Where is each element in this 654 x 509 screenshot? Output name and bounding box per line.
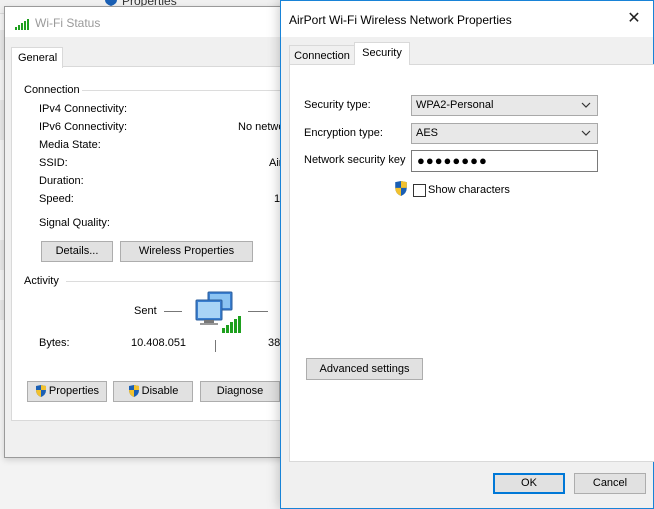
activity-divider [215, 340, 216, 352]
connection-separator [82, 90, 282, 91]
ok-button[interactable]: OK [493, 473, 565, 494]
uac-shield-icon [128, 385, 139, 397]
wifi-status-title: Wi-Fi Status [35, 16, 101, 30]
security-type-value: WPA2-Personal [416, 99, 494, 111]
sent-line [164, 311, 182, 312]
wifi-signal-icon [15, 19, 29, 30]
details-button[interactable]: Details... [41, 241, 113, 262]
chevron-down-icon [581, 130, 591, 136]
wireless-properties-dialog: AirPort Wi-Fi Wireless Network Propertie… [280, 0, 654, 509]
wireless-properties-button[interactable]: Wireless Properties [120, 241, 253, 262]
encryption-type-select[interactable]: AES [411, 123, 598, 144]
cancel-button[interactable]: Cancel [574, 473, 646, 494]
security-type-select[interactable]: WPA2-Personal [411, 95, 598, 116]
bytes-sent-value: 10.408.051 [131, 337, 187, 349]
disable-button-label: Disable [141, 385, 179, 397]
activity-heading: Activity [24, 275, 59, 287]
activity-separator [66, 281, 282, 282]
tab-general[interactable]: General [11, 47, 63, 68]
ipv4-label: IPv4 Connectivity: [39, 103, 128, 115]
show-characters-checkbox[interactable] [413, 184, 426, 197]
disable-button[interactable]: Disable [113, 381, 193, 402]
bytes-received-value: 38 [268, 337, 281, 349]
diagnose-button[interactable]: Diagnose [200, 381, 280, 402]
dialog-title: AirPort Wi-Fi Wireless Network Propertie… [289, 13, 512, 27]
network-key-input[interactable]: ●●●●●●●● [411, 150, 598, 172]
ipv6-value: No netwo [238, 121, 285, 133]
speed-label: Speed: [39, 193, 74, 205]
advanced-settings-button[interactable]: Advanced settings [306, 358, 423, 380]
network-key-label: Network security key [304, 154, 406, 166]
tab-security[interactable]: Security [354, 42, 410, 65]
sent-label: Sent [134, 305, 157, 317]
tab-connection[interactable]: Connection [289, 45, 355, 66]
encryption-type-value: AES [416, 127, 439, 139]
properties-button[interactable]: Properties [27, 381, 107, 402]
encryption-type-label: Encryption type: [304, 127, 383, 139]
properties-button-label: Properties [48, 385, 100, 397]
signal-quality-label: Signal Quality: [39, 217, 110, 229]
chevron-down-icon [581, 102, 591, 108]
ssid-label: SSID: [39, 157, 68, 169]
uac-shield-icon [395, 181, 407, 196]
show-characters-label: Show characters [428, 184, 510, 196]
received-line [248, 311, 268, 312]
connection-heading: Connection [24, 84, 80, 96]
uac-shield-icon [35, 385, 46, 397]
ipv6-label: IPv6 Connectivity: [39, 121, 128, 133]
security-type-label: Security type: [304, 99, 371, 111]
duration-label: Duration: [39, 175, 84, 187]
bytes-label: Bytes: [39, 337, 70, 349]
close-icon[interactable]: ✕ [619, 7, 649, 33]
media-state-label: Media State: [39, 139, 101, 151]
network-computer-icon [195, 291, 241, 333]
